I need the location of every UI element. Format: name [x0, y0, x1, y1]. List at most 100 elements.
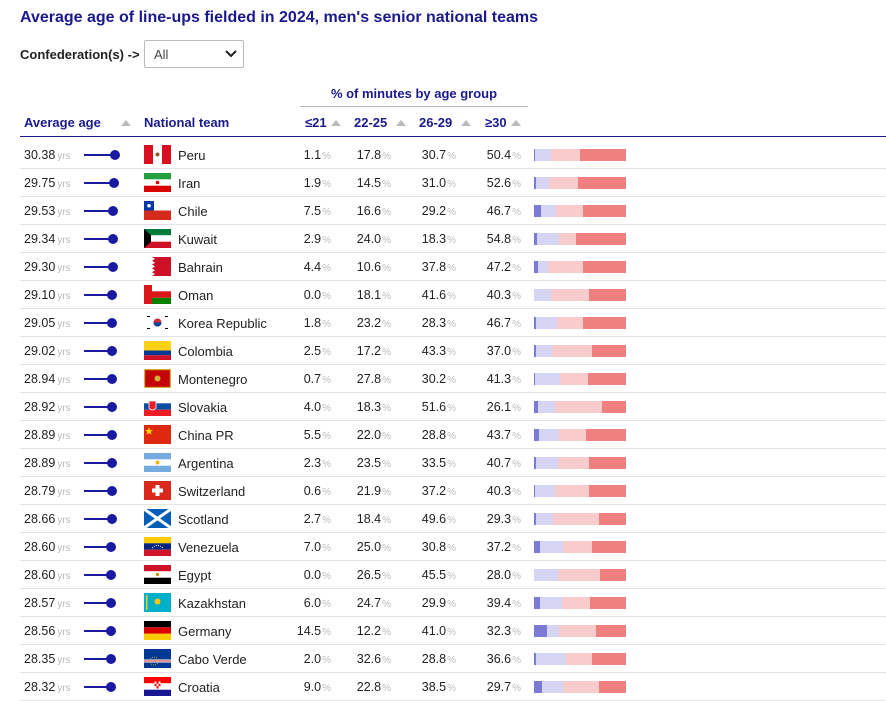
bar-segment-g4: [601, 401, 626, 413]
age-lollipop-dot: [106, 570, 117, 580]
unit-label: %: [512, 347, 521, 358]
col-g2[interactable]: 22-25: [354, 115, 387, 130]
pct-g4: 47.2%: [481, 260, 521, 274]
pct-g4: 37.0%: [481, 344, 521, 358]
pct-value: 26.1: [486, 400, 512, 414]
pct-value: 28.8: [421, 428, 447, 442]
table-row[interactable]: 29.30 yrs Bahrain 4.4% 10.6% 37.8% 47.2%: [20, 252, 886, 281]
unit-label: %: [322, 515, 331, 526]
bar-segment-g2: [540, 205, 557, 217]
flag-colombia-icon: [144, 341, 171, 360]
sort-arrow-icon[interactable]: [121, 120, 131, 126]
pct-g3: 38.5%: [416, 680, 456, 694]
team-name: Argentina: [178, 456, 234, 471]
pct-value: 41.6: [421, 288, 447, 302]
unit-label: %: [512, 375, 521, 386]
table-row[interactable]: 28.79 yrs Switzerland 0.6% 21.9% 37.2% 40.3%: [20, 476, 886, 505]
table-row[interactable]: 28.60 yrs Egypt 0.0% 26.5% 45.5% 28.0%: [20, 560, 886, 589]
table-row[interactable]: 29.75 yrs Iran 1.9% 14.5% 31.0% 52.6%: [20, 168, 886, 197]
table-row[interactable]: 29.05 yrs Korea Republic 1.8% 23.2% 28.3% 46.7…: [20, 308, 886, 337]
table-row[interactable]: 28.56 yrs Germany 14.5% 12.2% 41.0% 32.3%: [20, 616, 886, 645]
average-age-number: 28.89: [24, 456, 56, 470]
pct-g1: 9.0%: [291, 680, 331, 694]
pct-g2: 12.2%: [351, 624, 391, 638]
pct-g1: 2.0%: [291, 652, 331, 666]
pct-value: 54.8: [486, 232, 512, 246]
unit-label: %: [322, 459, 331, 470]
unit-label: %: [322, 235, 331, 246]
table-row[interactable]: 28.89 yrs Argentina 2.3% 23.5% 33.5% 40.7%: [20, 448, 886, 477]
pct-g3: 30.2%: [416, 372, 456, 386]
bar-segment-g3: [552, 345, 592, 357]
pct-g3: 28.3%: [416, 316, 456, 330]
pct-g1: 5.5%: [291, 428, 331, 442]
sort-arrow-icon[interactable]: [461, 120, 471, 126]
team-name: Egypt: [178, 568, 212, 583]
col-team[interactable]: National team: [144, 115, 229, 130]
team-name: China PR: [178, 428, 234, 443]
unit-label: %: [382, 599, 391, 610]
col-avg-age[interactable]: Average age: [24, 115, 101, 130]
table-row[interactable]: 28.32 yrs Croatia 9.0% 22.8% 38.5% 29.7%: [20, 672, 886, 701]
average-age-number: 29.02: [24, 344, 56, 358]
confederation-label: Confederation(s) ->: [20, 47, 140, 62]
col-g4[interactable]: ≥30: [485, 115, 507, 130]
pct-value: 2.0: [303, 652, 322, 666]
table-row[interactable]: 30.38 yrs Peru 1.1% 17.8% 30.7% 50.4%: [20, 140, 886, 169]
pct-value: 51.6: [421, 400, 447, 414]
unit-label: %: [382, 459, 391, 470]
table-row[interactable]: 28.35 yrs Cabo Verde 2.0% 32.6% 28.8% 36.6%: [20, 644, 886, 673]
sort-arrow-icon[interactable]: [511, 120, 521, 126]
table-row[interactable]: 28.66 yrs Scotland 2.7% 18.4% 49.6% 29.3%: [20, 504, 886, 533]
bar-segment-g4: [585, 429, 626, 441]
unit-label: %: [382, 151, 391, 162]
pct-g2: 26.5%: [351, 568, 391, 582]
col-g3[interactable]: 26-29: [419, 115, 452, 130]
unit-label: %: [322, 655, 331, 666]
unit-label: %: [512, 319, 521, 330]
unit-label: %: [512, 459, 521, 470]
pct-value: 28.3: [421, 316, 447, 330]
col-g1[interactable]: ≤21: [305, 115, 327, 130]
pct-value: 43.3: [421, 344, 447, 358]
age-lollipop-dot: [106, 542, 117, 552]
average-age-value: 29.02 yrs: [24, 344, 71, 358]
confederation-select[interactable]: All: [144, 40, 244, 68]
pct-g4: 46.7%: [481, 316, 521, 330]
pct-value: 43.7: [486, 428, 512, 442]
table-row[interactable]: 29.10 yrs Oman 0.0% 18.1% 41.6% 40.3%: [20, 280, 886, 309]
bar-segment-g2: [538, 261, 548, 273]
age-distribution-bar: [534, 149, 626, 161]
pct-g2: 22.8%: [351, 680, 391, 694]
bar-segment-g3: [558, 233, 576, 245]
table-row[interactable]: 29.34 yrs Kuwait 2.9% 24.0% 18.3% 54.8%: [20, 224, 886, 253]
table-row[interactable]: 29.53 yrs Chile 7.5% 16.6% 29.2% 46.7%: [20, 196, 886, 225]
unit-label: yrs: [57, 683, 71, 694]
pct-g2: 27.8%: [351, 372, 391, 386]
team-name: Montenegro: [178, 372, 248, 387]
age-distribution-bar: [534, 597, 626, 609]
table-row[interactable]: 28.60 yrs Venezuela 7.0% 25.0% 30.8% 37.2%: [20, 532, 886, 561]
table-row[interactable]: 29.02 yrs Colombia 2.5% 17.2% 43.3% 37.0%: [20, 336, 886, 365]
average-age-value: 29.75 yrs: [24, 176, 71, 190]
sort-arrow-icon[interactable]: [331, 120, 341, 126]
bar-segment-g4: [596, 625, 626, 637]
table-row[interactable]: 28.89 yrs China PR 5.5% 22.0% 28.8% 43.7%: [20, 420, 886, 449]
unit-label: %: [322, 571, 331, 582]
average-age-number: 29.05: [24, 316, 56, 330]
table-row[interactable]: 28.57 yrs Kazakhstan 6.0% 24.7% 29.9% 39.4%: [20, 588, 886, 617]
bar-segment-g3: [554, 401, 602, 413]
unit-label: yrs: [57, 431, 71, 442]
sort-arrow-icon[interactable]: [396, 120, 406, 126]
table-row[interactable]: 28.92 yrs Slovakia 4.0% 18.3% 51.6% 26.1%: [20, 392, 886, 421]
age-lollipop-dot: [107, 262, 118, 272]
bar-segment-g4: [582, 261, 626, 273]
average-age-value: 28.89 yrs: [24, 428, 71, 442]
pct-value: 28.0: [486, 568, 512, 582]
bar-segment-g4: [600, 569, 626, 581]
table-row[interactable]: 28.94 yrs Montenegro 0.7% 27.8% 30.2% 41.3%: [20, 364, 886, 393]
bar-segment-g2: [536, 457, 558, 469]
average-age-value: 28.60 yrs: [24, 568, 71, 582]
pct-g2: 24.7%: [351, 596, 391, 610]
pct-g1: 7.5%: [291, 204, 331, 218]
